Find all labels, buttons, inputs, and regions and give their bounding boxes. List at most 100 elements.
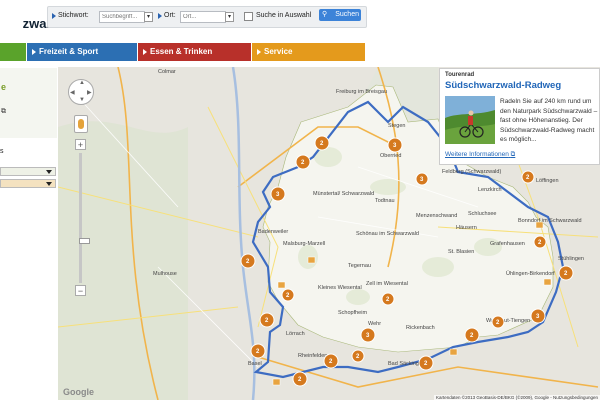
google-logo: Google <box>63 387 94 397</box>
town-label: Ühlingen-Birkendorf <box>506 270 555 277</box>
town-label: Tegernau <box>348 263 371 269</box>
pan-control[interactable]: ▲ ▼ ◀ ▶ <box>68 79 94 105</box>
nav-item-food[interactable]: Essen & Trinken <box>138 43 251 61</box>
nav-item-service[interactable]: Service <box>252 43 365 61</box>
cluster-marker[interactable]: 2 <box>259 312 275 328</box>
town-label: Grafenhausen <box>490 241 525 247</box>
map-copyright: Kartendaten ©2013 GeoBasis-DE/BKG (©2009… <box>434 395 600 400</box>
town-label: Schluchsee <box>468 211 496 217</box>
external-link-icon[interactable]: ⧉ <box>1 108 6 116</box>
search-icon: ⚲ <box>322 11 328 18</box>
more-info-link[interactable]: Weitere Informationen ⧉ <box>445 151 515 159</box>
town-label: St. Blasien <box>448 249 474 255</box>
keyword-input[interactable] <box>99 11 145 23</box>
popup-kicker: Tourenrad <box>445 72 475 78</box>
place-dropdown[interactable]: ▾ <box>225 12 234 22</box>
town-label: Lörrach <box>286 331 305 337</box>
place-label: Ort: <box>164 12 176 19</box>
cluster-marker[interactable]: 2 <box>295 154 311 170</box>
cluster-marker[interactable]: 2 <box>381 292 395 306</box>
town-label: Häusern <box>456 225 477 231</box>
town-label: Feldberg (Schwarzwald) <box>442 169 501 175</box>
cluster-marker[interactable]: 3 <box>415 172 429 186</box>
sidebar-title: e <box>1 82 7 92</box>
cluster-marker[interactable]: 2 <box>292 371 308 387</box>
town-label: Todtnau <box>375 198 395 204</box>
cluster-marker[interactable]: 2 <box>323 353 339 369</box>
town-label: Münstertal/ Schwarzwald <box>313 191 374 197</box>
town-label: Bonndorf im Schwarzwald <box>518 218 582 224</box>
cluster-marker[interactable]: 2 <box>281 288 295 302</box>
pegman-icon[interactable] <box>74 115 88 133</box>
town-label: Colmar <box>158 69 176 75</box>
town-label: Malsburg-Marzell <box>283 241 325 247</box>
chevron-up-icon[interactable]: ▲ <box>79 80 85 86</box>
cluster-marker[interactable]: 2 <box>418 355 434 371</box>
cluster-marker[interactable]: 3 <box>387 137 403 153</box>
chevron-right-icon[interactable]: ▶ <box>87 89 92 96</box>
search-button[interactable]: ⚲ Suchen <box>319 9 361 21</box>
arrow-icon <box>32 48 36 55</box>
arrow-icon <box>143 48 147 55</box>
external-link-icon: ⧉ <box>510 151 516 158</box>
keyword-dropdown[interactable]: ▾ <box>144 12 153 22</box>
sidebar: e ⧉ s <box>0 68 57 400</box>
info-popup: Tourenrad Südschwarzwald-Radweg Radeln S… <box>439 68 600 165</box>
town-label: Stühlingen <box>558 256 584 262</box>
chevron-left-icon[interactable]: ◀ <box>70 89 75 96</box>
cluster-marker[interactable]: 3 <box>530 308 546 324</box>
search-button-label: Suchen <box>335 11 359 18</box>
chevron-down-icon <box>46 182 52 186</box>
within-checkbox[interactable] <box>244 12 253 21</box>
search-bar: Stichwort: ▾ Ort: ▾ Suche in Auswahl ⚲ Su… <box>47 6 367 28</box>
cluster-marker[interactable]: 2 <box>250 343 266 359</box>
keyword-label: Stichwort: <box>58 12 89 19</box>
cluster-marker[interactable]: 2 <box>533 235 547 249</box>
town-label: Menzenschwand <box>416 213 457 219</box>
main-nav: Freizeit & Sport Essen & Trinken Service <box>0 43 365 61</box>
popup-title[interactable]: Südschwarzwald-Radweg <box>445 80 561 91</box>
nav-item-label: Essen & Trinken <box>150 47 213 56</box>
town-label: Kleines Wiesental <box>318 285 362 291</box>
popup-description: Radeln Sie auf 240 km rund um den Naturp… <box>500 98 598 143</box>
popup-photo <box>445 96 495 144</box>
sidebar-select-1[interactable] <box>0 167 56 176</box>
zoom-slider-thumb[interactable] <box>79 238 90 244</box>
sidebar-label: s <box>0 148 4 155</box>
cluster-marker[interactable]: 2 <box>240 253 256 269</box>
town-label: Lenzkirch <box>478 187 502 193</box>
town-label: Stegen <box>388 123 405 129</box>
zoom-in-button[interactable]: + <box>75 139 86 150</box>
town-label: Löffingen <box>536 178 559 184</box>
chevron-down-icon[interactable]: ▼ <box>79 97 85 103</box>
cluster-marker[interactable]: 3 <box>270 186 286 202</box>
zoom-out-button[interactable]: − <box>75 285 86 296</box>
zoom-track[interactable] <box>79 153 90 283</box>
cluster-marker[interactable]: 2 <box>314 135 330 151</box>
nav-item-leisure[interactable]: Freizeit & Sport <box>26 43 137 61</box>
nav-item-green[interactable] <box>0 43 26 61</box>
place-input[interactable] <box>180 11 226 23</box>
town-label: Schopfheim <box>338 310 367 316</box>
map[interactable]: Colmar Freiburg im Breisgau Stegen Oberr… <box>58 67 600 400</box>
town-label: Rheinfelden <box>298 353 327 359</box>
nav-item-label: Service <box>264 47 293 56</box>
cluster-marker[interactable]: 3 <box>360 327 376 343</box>
town-label: Schönau im Schwarzwald <box>356 231 419 237</box>
sidebar-select-2[interactable] <box>0 179 56 188</box>
arrow-icon <box>52 13 56 19</box>
cluster-marker[interactable]: 2 <box>351 349 365 363</box>
cluster-marker[interactable]: 2 <box>491 315 505 329</box>
cluster-marker[interactable]: 2 <box>464 327 480 343</box>
cluster-marker[interactable]: 2 <box>558 265 574 281</box>
sidebar-panel: e ⧉ <box>0 68 57 138</box>
town-label: Wehr <box>368 321 381 327</box>
town-label: Oberried <box>380 153 401 159</box>
town-label: Zell im Wiesental <box>366 281 408 287</box>
town-label: Freiburg im Breisgau <box>336 89 387 95</box>
town-label: Mulhouse <box>153 271 177 277</box>
nav-item-label: Freizeit & Sport <box>39 47 99 56</box>
cluster-marker[interactable]: 2 <box>521 170 535 184</box>
within-label: Suche in Auswahl <box>256 12 312 19</box>
arrow-icon <box>158 13 162 19</box>
